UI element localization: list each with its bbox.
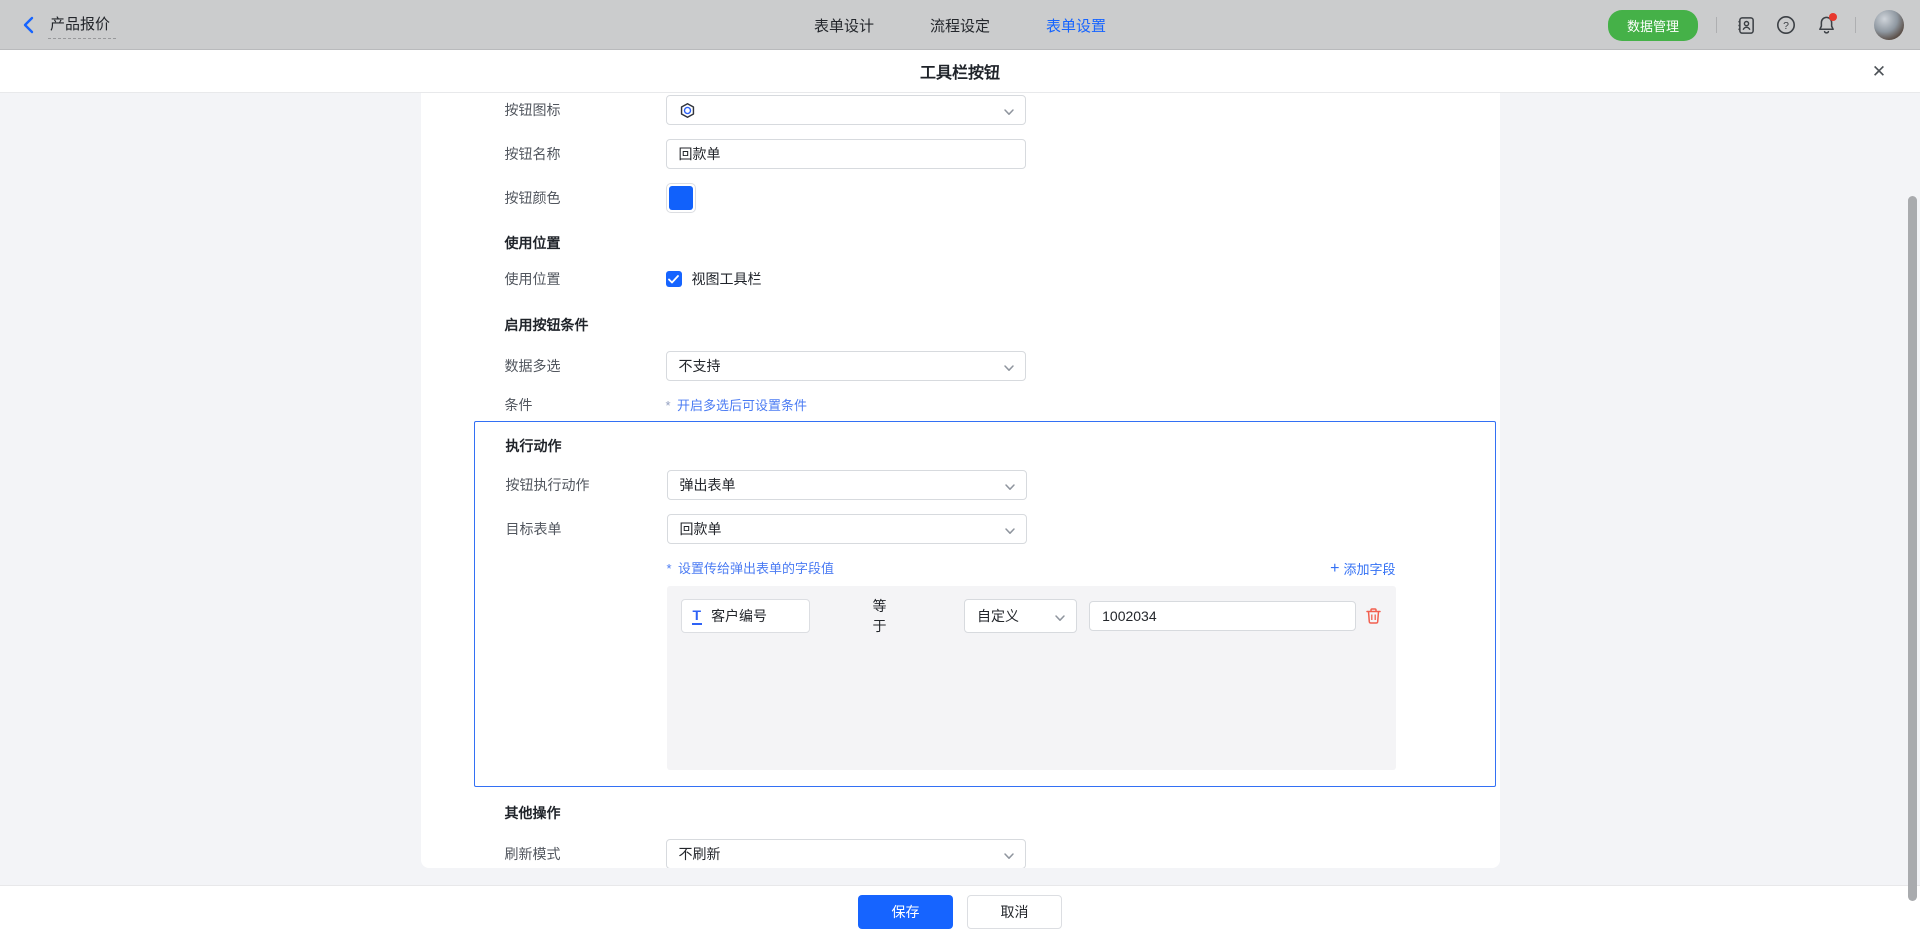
help-icon[interactable]: ? (1775, 14, 1797, 36)
modal-title: 工具栏按钮 (920, 59, 1000, 83)
value-source-value: 自定义 (977, 606, 1019, 626)
modal-footer: 保存 取消 (0, 885, 1920, 937)
section-usage-title: 使用位置 (421, 233, 1500, 253)
button-icon-row: 按钮图标 (421, 95, 1500, 125)
section-other-title: 其他操作 (421, 803, 1500, 823)
chevron-down-icon (1003, 849, 1015, 865)
button-color-label: 按钮颜色 (505, 188, 666, 208)
field-values-hint-text: 设置传给弹出表单的字段值 (678, 561, 834, 576)
svg-text:?: ? (1783, 20, 1789, 32)
scrollbar-thumb[interactable] (1908, 196, 1917, 901)
modal-header: 工具栏按钮 ✕ (0, 50, 1920, 93)
user-avatar[interactable] (1874, 10, 1904, 40)
modal-body: 按钮图标 按钮名称 按钮颜色 使用位置 使用位置 (0, 93, 1920, 885)
multi-select-row: 数据多选 不支持 (421, 351, 1500, 381)
delete-icon[interactable] (1365, 605, 1382, 627)
chevron-down-icon (1003, 361, 1015, 377)
action-section-box: 执行动作 按钮执行动作 弹出表单 目标表单 回款单 (474, 421, 1496, 787)
field-values-hint: * 设置传给弹出表单的字段值 (667, 558, 835, 578)
add-field-button[interactable]: + 添加字段 (1330, 559, 1395, 578)
chevron-down-icon (1003, 105, 1015, 121)
refresh-mode-label: 刷新模式 (505, 844, 666, 864)
condition-hint: * 开启多选后可设置条件 (666, 395, 808, 415)
condition-row: 条件 * 开启多选后可设置条件 (421, 395, 1500, 415)
add-field-label: 添加字段 (1343, 559, 1395, 578)
close-icon[interactable]: ✕ (1868, 61, 1890, 83)
button-icon-label: 按钮图标 (505, 100, 666, 120)
bell-icon[interactable] (1815, 14, 1837, 36)
button-color-row: 按钮颜色 (421, 183, 1500, 213)
target-form-row: 目标表单 回款单 (506, 514, 1495, 544)
multi-select-value: 不支持 (679, 356, 721, 376)
refresh-mode-dropdown[interactable]: 不刷新 (666, 839, 1026, 868)
nut-icon (679, 102, 696, 119)
chevron-down-icon (1004, 480, 1016, 496)
field-selector[interactable]: T 客户编号 (681, 599, 811, 633)
button-name-row: 按钮名称 (421, 139, 1500, 169)
condition-hint-star: * (666, 398, 671, 413)
text-field-type-icon: T (692, 608, 703, 625)
cancel-button[interactable]: 取消 (967, 895, 1062, 929)
plus-icon: + (1330, 562, 1339, 575)
exec-action-label: 按钮执行动作 (506, 475, 667, 495)
chevron-down-icon (1004, 524, 1016, 540)
multi-select-label: 数据多选 (505, 356, 666, 376)
top-navbar: 产品报价 表单设计 流程设定 表单设置 数据管理 ? (0, 0, 1920, 50)
button-icon-select[interactable] (666, 95, 1026, 125)
nav-divider (1855, 17, 1856, 33)
contacts-icon[interactable] (1735, 14, 1757, 36)
notification-badge (1829, 13, 1837, 21)
section-enable-condition-title: 启用按钮条件 (421, 315, 1500, 335)
view-toolbar-checkbox[interactable] (666, 271, 682, 287)
button-name-label: 按钮名称 (505, 144, 666, 164)
refresh-mode-value: 不刷新 (679, 844, 721, 864)
exec-action-row: 按钮执行动作 弹出表单 (506, 470, 1495, 500)
color-picker[interactable] (666, 183, 696, 213)
color-swatch (669, 186, 693, 210)
exec-action-dropdown[interactable]: 弹出表单 (667, 470, 1027, 500)
view-toolbar-label: 视图工具栏 (692, 269, 762, 289)
nav-right-group: 数据管理 ? (1608, 0, 1904, 50)
value-source-dropdown[interactable]: 自定义 (964, 599, 1077, 633)
field-mapping-area: T 客户编号 等于 自定义 (667, 586, 1396, 770)
field-values-hint-row: * 设置传给弹出表单的字段值 + 添加字段 (667, 558, 1396, 578)
target-form-value: 回款单 (680, 519, 722, 539)
target-form-label: 目标表单 (506, 519, 667, 539)
settings-panel: 按钮图标 按钮名称 按钮颜色 使用位置 使用位置 (421, 93, 1500, 868)
button-name-input[interactable] (666, 139, 1026, 169)
section-action-title: 执行动作 (506, 436, 1495, 456)
chevron-down-icon (1054, 611, 1066, 627)
nav-divider (1716, 17, 1717, 33)
field-values-hint-star: * (667, 561, 672, 576)
usage-label: 使用位置 (505, 269, 666, 289)
usage-checkbox-group: 视图工具栏 (666, 269, 762, 289)
multi-select-dropdown[interactable]: 不支持 (666, 351, 1026, 381)
data-manage-button[interactable]: 数据管理 (1608, 10, 1698, 41)
refresh-mode-row: 刷新模式 不刷新 (421, 839, 1500, 868)
save-button[interactable]: 保存 (858, 895, 953, 929)
usage-row: 使用位置 视图工具栏 (421, 269, 1500, 289)
exec-action-value: 弹出表单 (680, 475, 736, 495)
target-form-dropdown[interactable]: 回款单 (667, 514, 1027, 544)
tab-flow-setting[interactable]: 流程设定 (930, 15, 990, 36)
condition-hint-text: 开启多选后可设置条件 (677, 398, 807, 413)
field-name: 客户编号 (711, 606, 767, 626)
tab-form-design[interactable]: 表单设计 (814, 15, 874, 36)
operator-label: 等于 (872, 596, 894, 636)
field-mapping-row: T 客户编号 等于 自定义 (681, 596, 1382, 636)
condition-label: 条件 (505, 395, 666, 415)
custom-value-input[interactable] (1089, 601, 1355, 631)
tab-form-settings[interactable]: 表单设置 (1046, 15, 1106, 36)
